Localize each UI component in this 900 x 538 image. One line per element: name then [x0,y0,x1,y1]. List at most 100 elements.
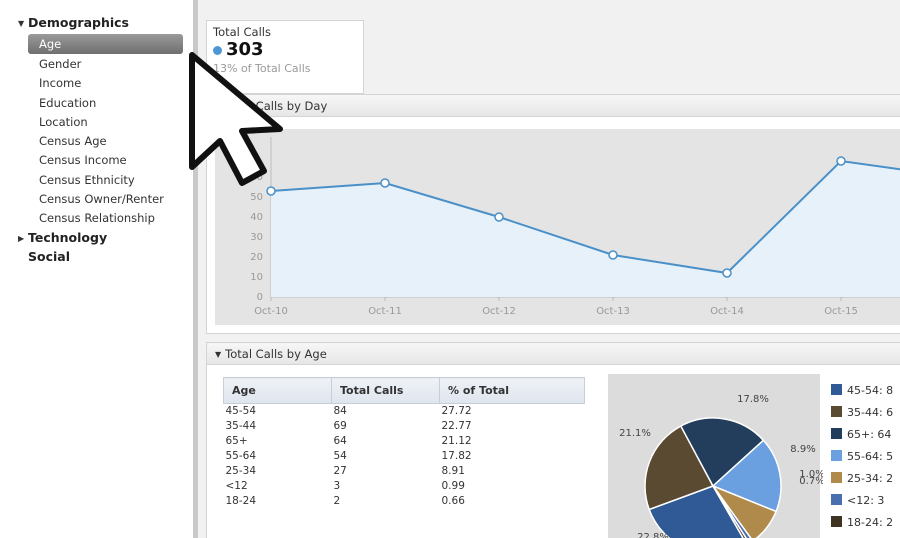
table-row[interactable]: 55-64 54 17.82 [224,449,585,464]
column-header-age[interactable]: Age [223,377,332,404]
table-cell: 65+ [225,435,248,447]
sidebar-item-census-owner-renter[interactable]: Census Owner/Renter [39,190,164,208]
table-cell: 25-34 [225,465,257,477]
age-table: Age Total Calls % of Total 45-54 84 27.72 3… [223,377,585,509]
table-cell: <12 [225,480,248,492]
y-tick-label: 10 [250,272,263,283]
group-demographics[interactable]: ▼ Demographics [18,15,129,30]
x-tick-label: Oct-12 [482,306,516,317]
y-tick-label: 30 [250,232,263,243]
y-tick-label: 20 [250,252,263,263]
table-cell: 17.82 [441,450,472,462]
pie-data-label: 0.7% [799,476,823,487]
table-cell: 2 [333,495,341,507]
panel-header-calls-by-day[interactable]: ▼Total Calls by Day [207,95,900,117]
pie-chart: 17.8%21.1%8.9%1.0%0.7%22.8% [619,394,823,538]
y-tick-label: 0 [257,292,263,303]
legend-label: 25-34: 2 [847,472,894,485]
table-cell: 0.66 [441,495,465,507]
legend-swatch [831,450,842,461]
x-tick-label: Oct-10 [254,306,288,317]
table-cell: 27 [333,465,347,477]
table-row[interactable]: <12 3 0.99 [224,479,585,494]
main-content: Total Calls 303 13% of Total Calls ▼Tota… [198,0,900,538]
table-cell: 64 [333,435,347,447]
legend-label: 18-24: 2 [847,516,894,529]
data-point[interactable] [608,250,618,260]
pie-data-label: 21.1% [619,428,651,439]
legend-item[interactable]: 35-44: 6 [831,405,893,421]
legend-item[interactable]: 18-24: 2 [831,515,893,531]
sidebar-item-census-age[interactable]: Census Age [39,132,107,150]
table-row[interactable]: 25-34 27 8.91 [224,464,585,479]
table-cell: 27.72 [441,405,472,418]
legend-swatch [831,384,842,395]
group-social[interactable]: Social [28,249,70,264]
legend-swatch [831,428,842,439]
table-cell: 3 [333,480,341,492]
table-cell: 0.99 [441,480,465,492]
line-chart-area: 0102030405060Oct-10Oct-11Oct-12Oct-13Oct… [215,129,900,325]
x-tick-label: Oct-11 [368,306,402,317]
legend-swatch [831,406,842,417]
table-cell: 55-64 [225,450,257,462]
table-cell: 84 [333,405,347,418]
sidebar-item-gender[interactable]: Gender [39,55,81,73]
sidebar-item-education[interactable]: Education [39,94,96,112]
series-area [271,161,900,297]
mouse-cursor-icon [189,52,283,186]
column-header-pct-total[interactable]: % of Total [439,377,585,404]
legend-item[interactable]: <12: 3 [831,493,884,509]
legend-item[interactable]: 45-54: 8 [831,383,893,399]
legend-swatch [831,516,842,527]
table-row[interactable]: 45-54 84 27.72 [224,404,585,419]
sidebar-item-census-ethnicity[interactable]: Census Ethnicity [39,171,135,189]
table-row[interactable]: 18-24 2 0.66 [224,494,585,509]
legend-label: 55-64: 5 [847,450,894,463]
chevron-down-icon: ▼ [215,350,222,359]
sidebar-item-income[interactable]: Income [39,74,81,92]
panel-calls-by-age: ▼ Total Calls by Age Age Total Calls % of… [206,342,900,538]
x-tick-label: Oct-15 [824,306,858,317]
pie-data-label: 8.9% [790,444,815,455]
table-row[interactable]: 65+ 64 21.12 [224,434,585,449]
chevron-down-icon: ▼ [18,19,25,28]
table-header-row: Age Total Calls % of Total [223,377,585,404]
kpi-label: Total Calls [213,25,271,39]
column-header-total-calls[interactable]: Total Calls [331,377,440,404]
data-point[interactable] [722,268,732,278]
table-row[interactable]: 35-44 69 22.77 [224,419,585,434]
legend-swatch [831,472,842,483]
data-point[interactable] [380,178,390,188]
data-point[interactable] [836,156,846,166]
table-cell: 21.12 [441,435,472,447]
chevron-right-icon: ▶ [18,234,25,243]
group-technology[interactable]: ▶ Technology [18,230,107,245]
legend-item[interactable]: 25-34: 2 [831,471,893,487]
legend-item[interactable]: 65+: 64 [831,427,891,443]
table-cell: 69 [333,420,347,432]
legend-item[interactable]: 55-64: 5 [831,449,893,465]
pie-data-label: 17.8% [737,394,769,405]
panel-header-calls-by-age[interactable]: ▼ Total Calls by Age [207,343,900,365]
legend-label: 45-54: 8 [847,384,894,397]
table-cell: 35-44 [225,420,257,432]
table-cell: 18-24 [225,495,257,507]
table-cell: 22.77 [441,420,472,432]
sidebar-item-census-relationship[interactable]: Census Relationship [39,209,155,227]
sidebar-item-age[interactable]: Age [28,34,183,54]
sidebar-item-census-income[interactable]: Census Income [39,151,127,169]
table-cell: 45-54 [225,405,257,418]
legend-label: <12: 3 [847,494,885,507]
panel-title: Total Calls by Age [225,347,327,361]
legend-label: 65+: 64 [847,428,892,441]
y-tick-label: 50 [250,192,263,203]
table-cell: 54 [333,450,347,462]
panel-calls-by-day: ▼Total Calls by Day 0102030405060Oct-10O… [206,94,900,334]
sidebar-item-location[interactable]: Location [39,113,88,131]
data-point[interactable] [494,212,504,222]
line-chart: 0102030405060Oct-10Oct-11Oct-12Oct-13Oct… [250,137,900,317]
table-cell: 8.91 [441,465,465,477]
x-tick-label: Oct-14 [710,306,744,317]
x-tick-label: Oct-13 [596,306,630,317]
